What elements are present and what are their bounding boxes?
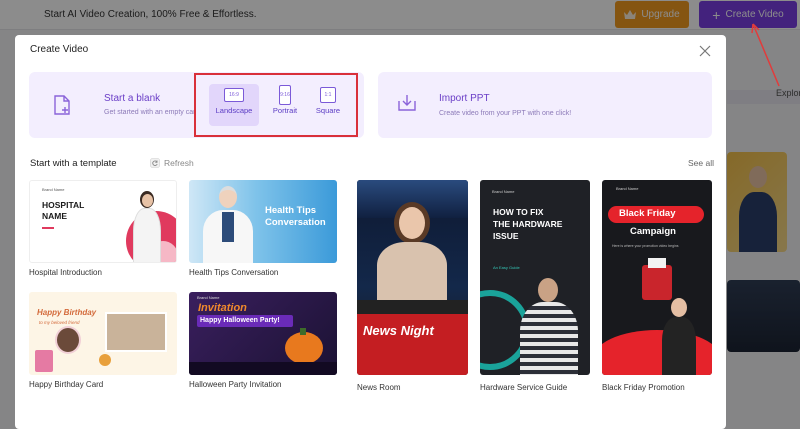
thumb-title-2: Conversation bbox=[265, 217, 326, 228]
thumb-divider bbox=[42, 227, 54, 229]
thumb-brand: Brand Name bbox=[197, 295, 220, 300]
template-name: Halloween Party Invitation bbox=[189, 380, 282, 389]
start-blank-title: Start a blank bbox=[104, 93, 161, 104]
thumb-title-1: News Night bbox=[363, 323, 434, 338]
avatar-body bbox=[662, 317, 696, 375]
refresh-button[interactable]: Refresh bbox=[150, 158, 194, 168]
landscape-ratio: 16:9 bbox=[229, 92, 239, 98]
template-thumb: Brand Name Invitation Happy Halloween Pa… bbox=[189, 292, 337, 375]
receipt-illustration bbox=[648, 258, 666, 268]
see-all-link[interactable]: See all bbox=[688, 158, 714, 168]
thumb-title-1: Happy Birthday bbox=[37, 308, 97, 317]
aspect-label-landscape: Landscape bbox=[215, 106, 253, 115]
template-thumb: News Night bbox=[357, 180, 468, 375]
thumb-title-2: THE HARDWARE bbox=[493, 219, 563, 229]
template-name: Hardware Service Guide bbox=[480, 383, 568, 392]
photo-frame bbox=[105, 312, 167, 352]
aspect-portrait[interactable]: 9:16 Portrait bbox=[268, 84, 302, 126]
thumb-brand: Brand Name bbox=[616, 186, 639, 191]
create-video-modal: Create Video Start a blank Get started w… bbox=[15, 35, 726, 429]
thumb-title-2: NAME bbox=[42, 211, 68, 221]
import-icon bbox=[398, 95, 416, 111]
template-name: News Room bbox=[357, 383, 401, 392]
thumb-brand: Brand Name bbox=[42, 187, 65, 192]
thumb-title-1: Invitation bbox=[198, 302, 247, 314]
template-name: Health Tips Conversation bbox=[189, 268, 279, 277]
thumb-subtitle: Here is where your promotion video begin… bbox=[612, 244, 679, 248]
template-name: Black Friday Promotion bbox=[602, 383, 685, 392]
thumb-title-3: ISSUE bbox=[493, 231, 519, 241]
new-file-icon bbox=[54, 95, 70, 115]
aspect-label-square: Square bbox=[315, 106, 341, 115]
avatar bbox=[142, 194, 153, 207]
avatar bbox=[671, 298, 687, 317]
template-thumb: Brand Name Black Friday Campaign Here is… bbox=[602, 180, 712, 375]
thumb-subtitle: to my beloved friend bbox=[39, 320, 80, 325]
card-reader-illustration bbox=[642, 265, 672, 300]
square-ratio: 1:1 bbox=[324, 92, 332, 98]
modal-title: Create Video bbox=[30, 44, 89, 55]
thumb-title-2: Happy Halloween Party! bbox=[200, 317, 280, 324]
template-thumb: Brand Name HOSPITAL NAME bbox=[29, 180, 177, 263]
annotation-arrow-icon bbox=[751, 23, 780, 87]
avatar-body bbox=[133, 208, 161, 262]
import-ppt-subtitle: Create video from your PPT with one clic… bbox=[439, 110, 572, 117]
avatar bbox=[399, 207, 425, 239]
import-ppt-title: Import PPT bbox=[439, 93, 490, 104]
thumb-title-2: Campaign bbox=[630, 226, 676, 237]
avatar bbox=[219, 186, 237, 208]
template-thumb: Health Tips Conversation bbox=[189, 180, 337, 263]
template-thumb: Brand Name HOW TO FIX THE HARDWARE ISSUE… bbox=[480, 180, 590, 375]
template-name: Happy Birthday Card bbox=[29, 380, 104, 389]
thumb-brand: Brand Name bbox=[492, 189, 515, 194]
portrait-ratio: 9:16 bbox=[280, 92, 290, 98]
aspect-landscape[interactable]: 16:9 Landscape bbox=[209, 84, 259, 126]
thumb-title-1: HOSPITAL bbox=[42, 200, 85, 210]
avatar-tie bbox=[222, 212, 234, 242]
aspect-square[interactable]: 1:1 Square bbox=[308, 84, 348, 126]
thumb-subtitle: An Easy Guide bbox=[493, 265, 520, 270]
close-icon[interactable] bbox=[699, 45, 711, 57]
start-blank-subtitle: Get started with an empty canvas bbox=[104, 109, 208, 116]
avatar bbox=[538, 278, 558, 302]
thumb-title-1: HOW TO FIX bbox=[493, 207, 544, 217]
pumpkin-illustration bbox=[285, 332, 323, 364]
aspect-label-portrait: Portrait bbox=[272, 106, 298, 115]
gift-illustration bbox=[99, 354, 111, 366]
import-ppt-card[interactable]: Import PPT Create video from your PPT wi… bbox=[378, 72, 712, 138]
pumpkin-stem bbox=[300, 328, 306, 335]
ground-silhouette bbox=[189, 362, 337, 375]
square-icon: 1:1 bbox=[320, 87, 336, 103]
template-name: Hospital Introduction bbox=[29, 268, 102, 277]
avatar bbox=[55, 326, 81, 354]
avatar-body bbox=[377, 242, 447, 300]
landscape-icon: 16:9 bbox=[224, 88, 244, 102]
refresh-label: Refresh bbox=[164, 158, 194, 168]
avatar-body bbox=[520, 302, 578, 375]
thumb-title-1: Health Tips bbox=[265, 205, 317, 216]
refresh-icon bbox=[150, 158, 160, 168]
portrait-icon: 9:16 bbox=[279, 85, 291, 105]
template-thumb: Happy Birthday to my beloved friend bbox=[29, 292, 177, 375]
thumb-title-1: Black Friday bbox=[619, 208, 676, 219]
templates-heading: Start with a template bbox=[30, 158, 117, 169]
news-banner-bar bbox=[357, 300, 468, 314]
cake-illustration bbox=[35, 350, 53, 372]
aspect-ratio-selector: 16:9 Landscape 9:16 Portrait 1:1 Square bbox=[194, 73, 358, 137]
